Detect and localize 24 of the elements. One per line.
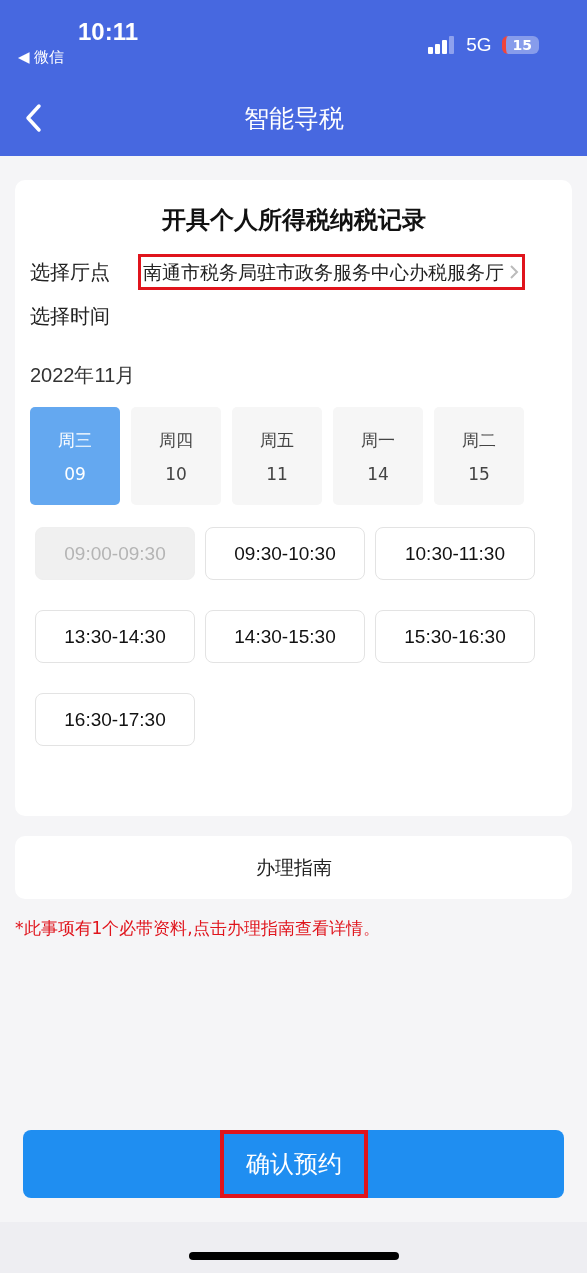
time-slot-button[interactable]: 10:30-11:30 bbox=[375, 527, 535, 580]
chevron-icon bbox=[509, 264, 519, 280]
status-time: 10:11 bbox=[78, 18, 139, 46]
signal-icon bbox=[428, 36, 457, 54]
time-slot-button[interactable]: 15:30-16:30 bbox=[375, 610, 535, 663]
field-label: 选择厅点 bbox=[30, 258, 110, 286]
back-to-app-link[interactable]: ◀ 微信 bbox=[18, 48, 65, 67]
battery-level: 15 bbox=[501, 36, 539, 54]
notice-text: *此事项有1个必带资料,点击办理指南查看详情。 bbox=[15, 917, 381, 940]
month-label: 2022年11月 bbox=[30, 363, 137, 388]
day-tab[interactable]: 周五 11 bbox=[232, 407, 322, 505]
time-slot-button[interactable]: 14:30-15:30 bbox=[205, 610, 365, 663]
time-slot-button[interactable]: 09:30-10:30 bbox=[205, 527, 365, 580]
page-title: 智能导税 bbox=[243, 102, 344, 135]
field-label: 选择时间 bbox=[30, 302, 110, 330]
guide-button[interactable]: 办理指南 bbox=[15, 836, 572, 899]
day-tab[interactable]: 周一 14 bbox=[333, 407, 423, 505]
network-label: 5G bbox=[466, 34, 492, 56]
day-tab[interactable]: 周四 10 bbox=[131, 407, 221, 505]
day-tab[interactable]: 周二 15 bbox=[434, 407, 524, 505]
time-slot-button[interactable]: 16:30-17:30 bbox=[35, 693, 195, 746]
service-title: 开具个人所得税纳税记录 bbox=[160, 205, 427, 236]
hall-selector[interactable]: 南通市税务局驻市政务服务中心办税服务厅 bbox=[138, 254, 525, 290]
time-slot-button[interactable]: 13:30-14:30 bbox=[35, 610, 195, 663]
